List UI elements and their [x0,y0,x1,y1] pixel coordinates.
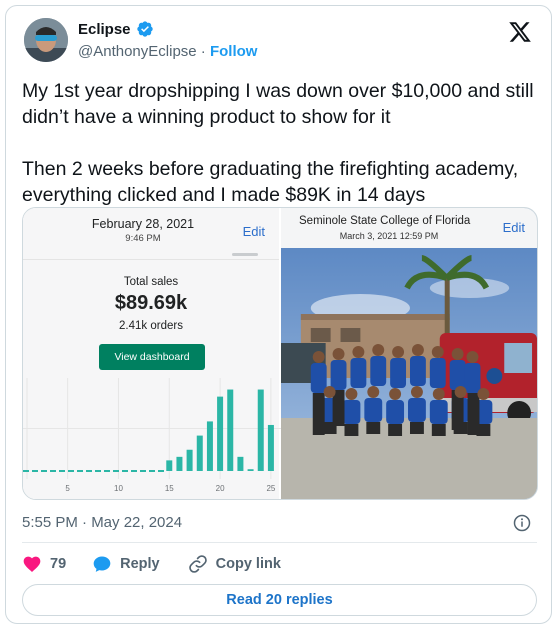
info-icon[interactable] [513,514,531,532]
total-sales-value: $89.69k [114,292,188,314]
chart-bar [257,389,264,471]
speech-bubble-icon [93,556,111,572]
chart-bar [247,469,254,471]
chart-bar [196,435,203,471]
verified-badge-icon [136,21,153,37]
chart-bar [217,396,224,471]
photo-header: Seminole State College of Florida March … [281,208,537,248]
reply-button[interactable]: Reply [92,554,160,574]
orders-count: 2.41k orders [119,320,183,332]
firefighter-group-photo [281,248,537,499]
author-name-row: Eclipse [78,20,154,38]
divider [22,542,537,543]
heart-icon [23,556,41,572]
chart-bar [206,421,213,471]
chart-bar [267,424,274,471]
copy-link-label: Copy link [215,556,281,572]
chart-bar [166,460,173,471]
chart-bar [176,456,183,471]
chart-bar [186,449,193,471]
chart-tick-label: 5 [65,484,70,493]
tweet-media[interactable]: February 28, 2021 9:46 PM Edit Total sal… [22,207,538,500]
reply-label: Reply [120,556,160,572]
photo-location-title: Seminole State College of Florida [299,215,471,227]
action-bar: 79 Reply Copy link [22,551,281,577]
shopify-edit-link: Edit [242,224,265,239]
avatar[interactable] [24,18,68,62]
chart-bar [237,456,244,471]
chart-bar [227,389,234,471]
academy-photo-screenshot[interactable]: Seminole State College of Florida March … [281,208,537,499]
like-button[interactable]: 79 [22,554,66,574]
tweet-text: My 1st year dropshipping I was down over… [22,78,542,208]
shopify-header: February 28, 2021 9:46 PM Edit [23,208,279,260]
shopify-time: 9:46 PM [125,233,161,244]
tweet-paragraph: Then 2 weeks before graduating the firef… [22,158,519,206]
chart-tick-label: 10 [114,484,123,493]
tweet-paragraph: My 1st year dropshipping I was down over… [22,80,534,128]
like-count: 79 [50,556,67,572]
x-logo-icon[interactable] [507,20,533,44]
sales-bar-chart: 5 10 15 20 25 [23,378,281,493]
author-handle[interactable]: @AnthonyEclipse [78,43,197,60]
chart-tick-label: 20 [216,484,225,493]
link-icon [188,555,207,573]
tweet-timestamp[interactable]: 5:55 PM · May 22, 2024 [22,514,182,531]
chart-tick-label: 25 [266,484,275,493]
total-sales-label: Total sales [123,276,179,288]
photo-date: March 3, 2021 12:59 PM [339,231,439,241]
author-name[interactable]: Eclipse [78,21,131,38]
chart-tick-label: 15 [165,484,174,493]
handle-separator: · [200,43,206,60]
shopify-date: February 28, 2021 [91,217,195,231]
follow-button[interactable]: Follow [210,43,258,60]
copy-link-button[interactable]: Copy link [188,554,281,574]
sheet-handle [232,253,258,256]
author-handle-row: @AnthonyEclipse · Follow [78,43,257,60]
view-dashboard-button: View dashboard [99,344,205,370]
shopify-screenshot[interactable]: February 28, 2021 9:46 PM Edit Total sal… [23,208,281,499]
tweet-card: Eclipse @AnthonyEclipse · Follow My 1st … [5,5,552,624]
read-replies-button[interactable]: Read 20 replies [22,584,537,616]
photo-edit-link: Edit [502,220,525,235]
